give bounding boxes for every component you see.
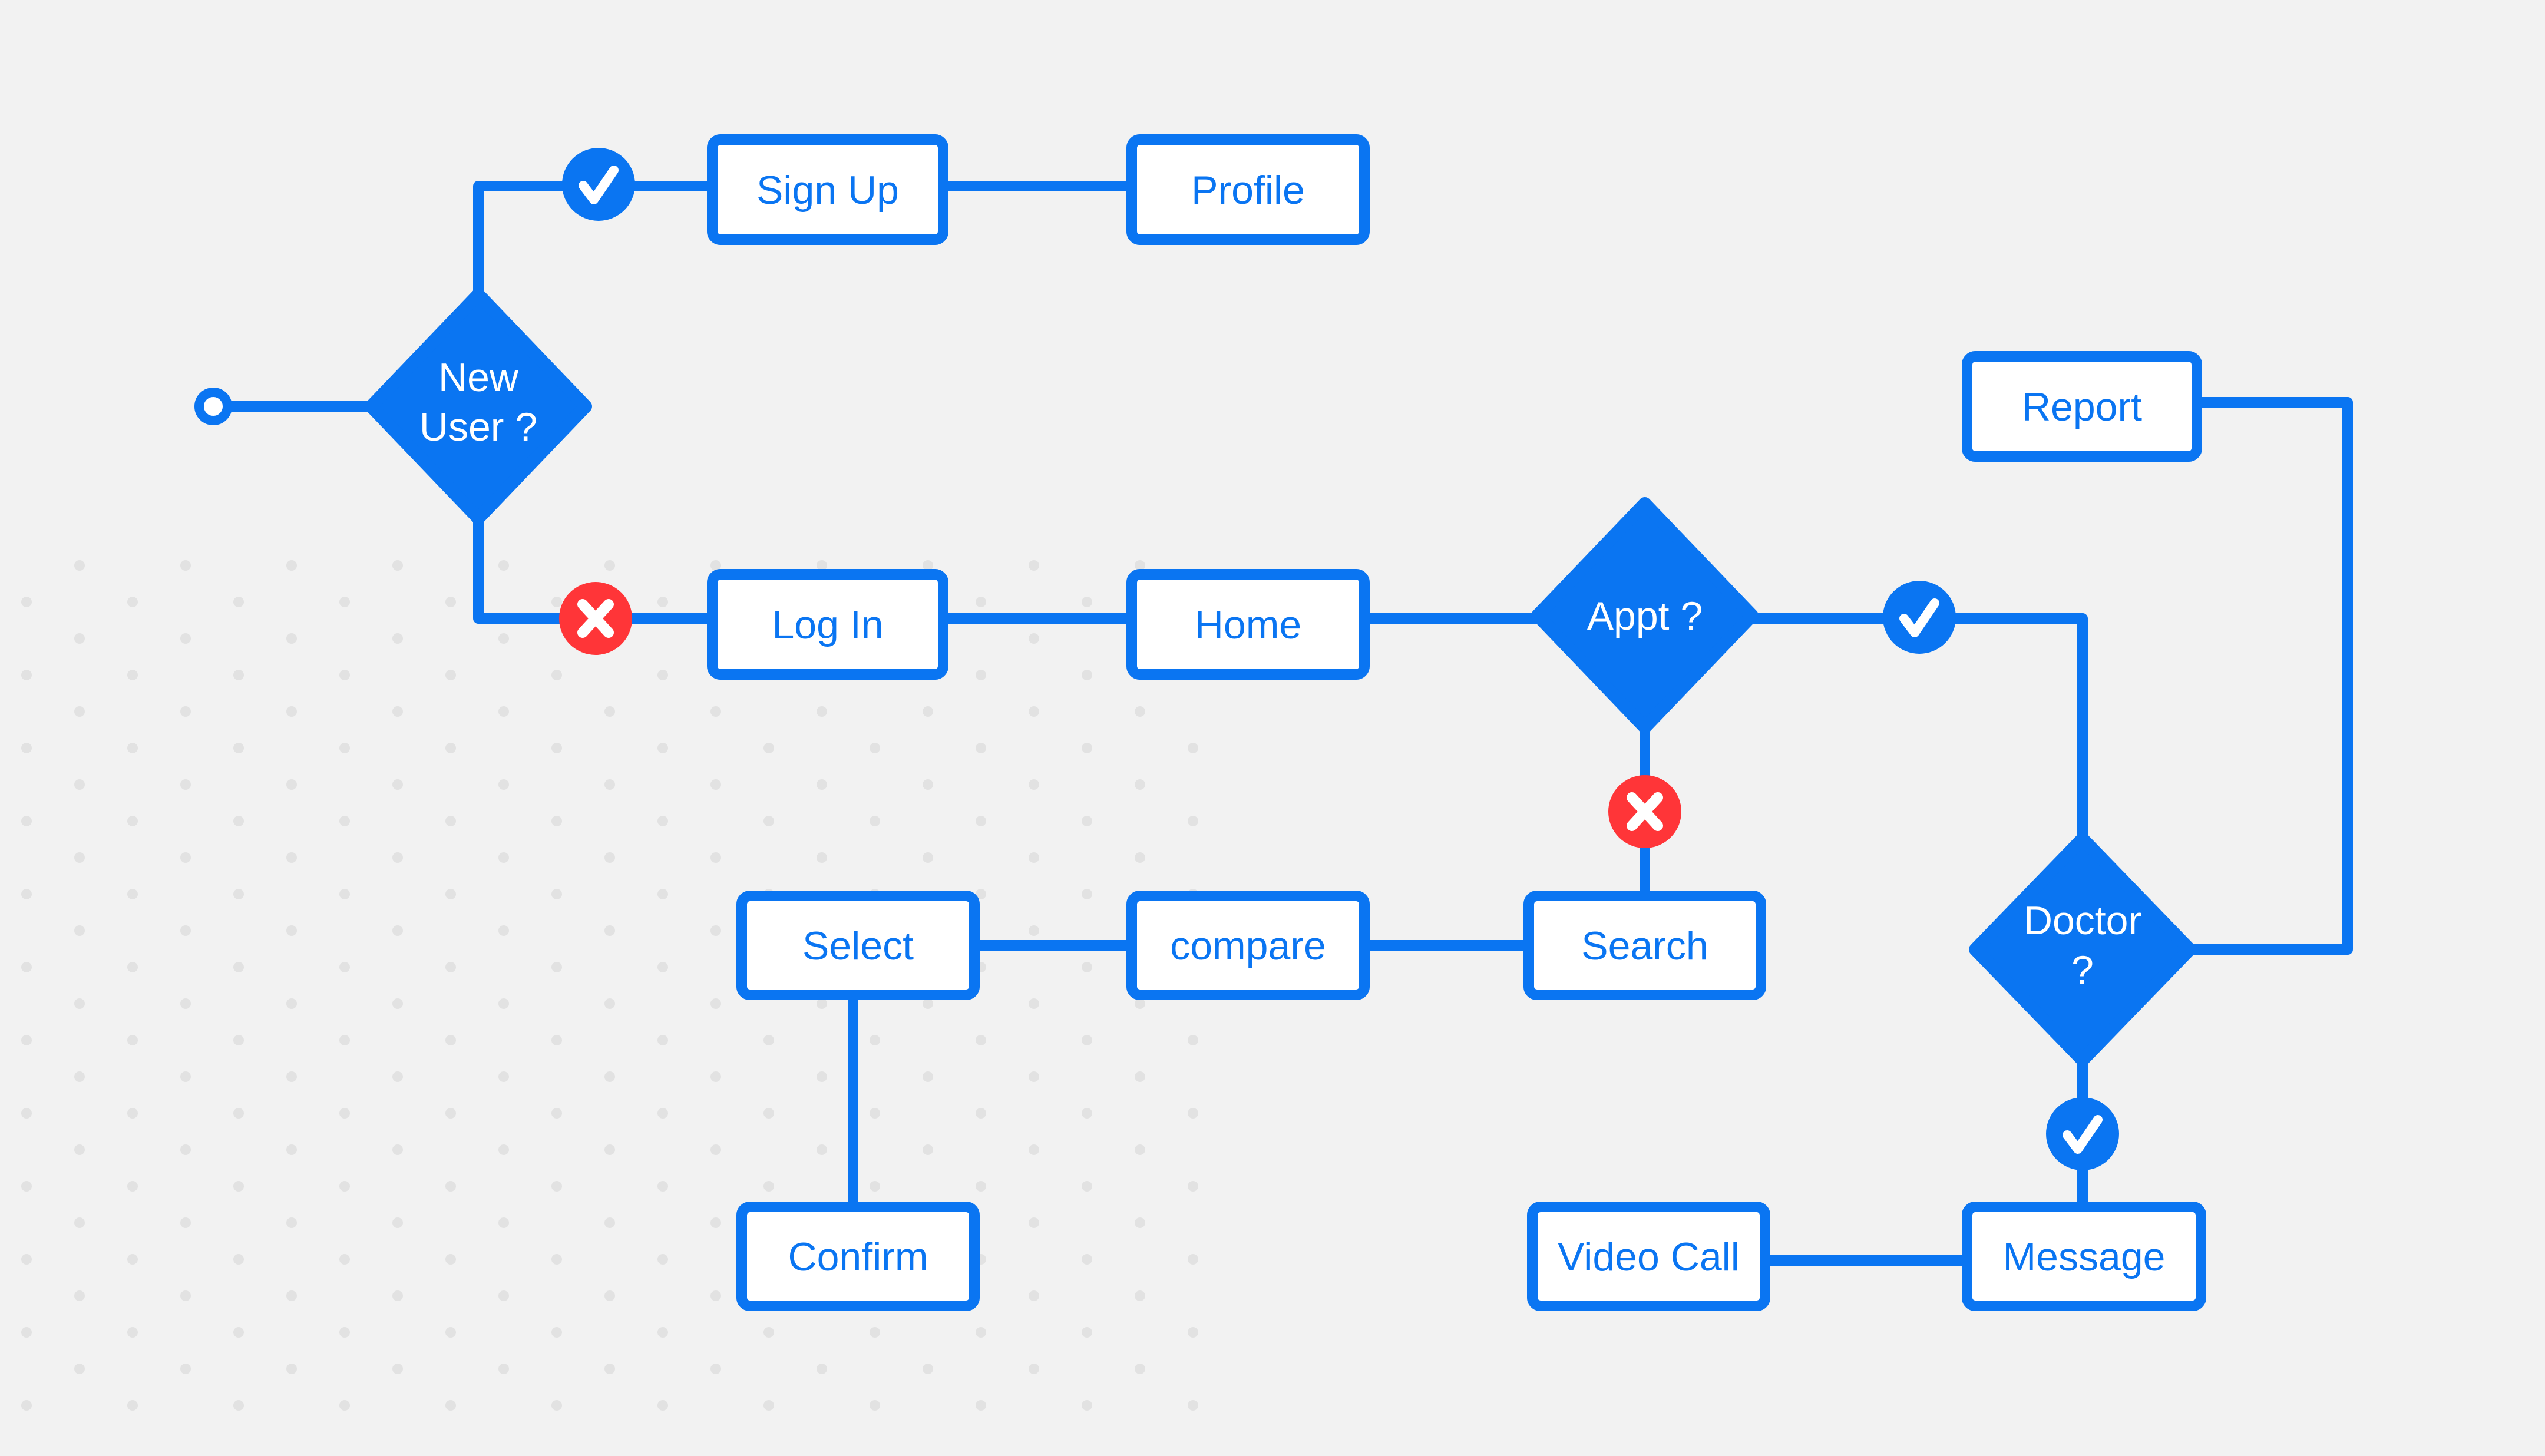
process-label: Video Call (1558, 1235, 1740, 1279)
process-select[interactable]: Select (736, 891, 980, 1000)
process-report[interactable]: Report (1962, 351, 2202, 462)
decision-label: User ? (419, 405, 537, 449)
decision-label: New (438, 355, 519, 400)
yes-badge (1883, 581, 1956, 654)
decision-appt[interactable]: Appt ? (1531, 497, 1759, 734)
edge-doctor-to-report (2183, 397, 2353, 955)
yes-badge (562, 148, 635, 221)
process-message[interactable]: Message (1962, 1202, 2206, 1311)
process-profile[interactable]: Profile (1126, 134, 1370, 245)
decision-doctor[interactable]: Doctor? (1969, 832, 2196, 1067)
branch-marker-new-user-yes (562, 148, 635, 221)
process-label: Select (802, 924, 914, 968)
start-circle-icon (194, 388, 232, 425)
branch-marker-new-user-no (559, 582, 632, 655)
decision-label: Doctor (2024, 898, 2141, 943)
branch-marker-appt-no (1608, 775, 1681, 848)
branch-marker-appt-yes (1883, 581, 1956, 654)
process-confirm[interactable]: Confirm (736, 1202, 980, 1311)
process-label: Report (2022, 385, 2142, 429)
process-label: Search (1581, 924, 1708, 968)
yes-badge (2046, 1097, 2119, 1170)
start-node[interactable] (194, 388, 232, 425)
process-log-in[interactable]: Log In (707, 569, 948, 680)
process-home[interactable]: Home (1126, 569, 1370, 680)
process-label: Profile (1191, 168, 1305, 213)
process-label: Message (2003, 1235, 2166, 1279)
process-compare[interactable]: compare (1126, 891, 1370, 1000)
process-search[interactable]: Search (1523, 891, 1766, 1000)
flowchart-canvas: New User ? Appt ? Doctor? Sign Up Profile Log… (12, 134, 2353, 1434)
process-label: Home (1195, 603, 1301, 647)
branch-marker-doctor-yes (2046, 1097, 2119, 1170)
process-label: Sign Up (756, 168, 899, 213)
process-label: Log In (772, 603, 883, 647)
process-label: compare (1170, 924, 1326, 968)
process-video-call[interactable]: Video Call (1527, 1202, 1770, 1311)
dot-grid-background (12, 551, 1214, 1434)
decision-new-user[interactable]: New User ? (365, 288, 592, 525)
process-sign-up[interactable]: Sign Up (707, 134, 948, 245)
process-label: Confirm (788, 1235, 928, 1279)
decision-label: Appt ? (1587, 594, 1703, 638)
decision-label: ? (2071, 948, 2094, 992)
